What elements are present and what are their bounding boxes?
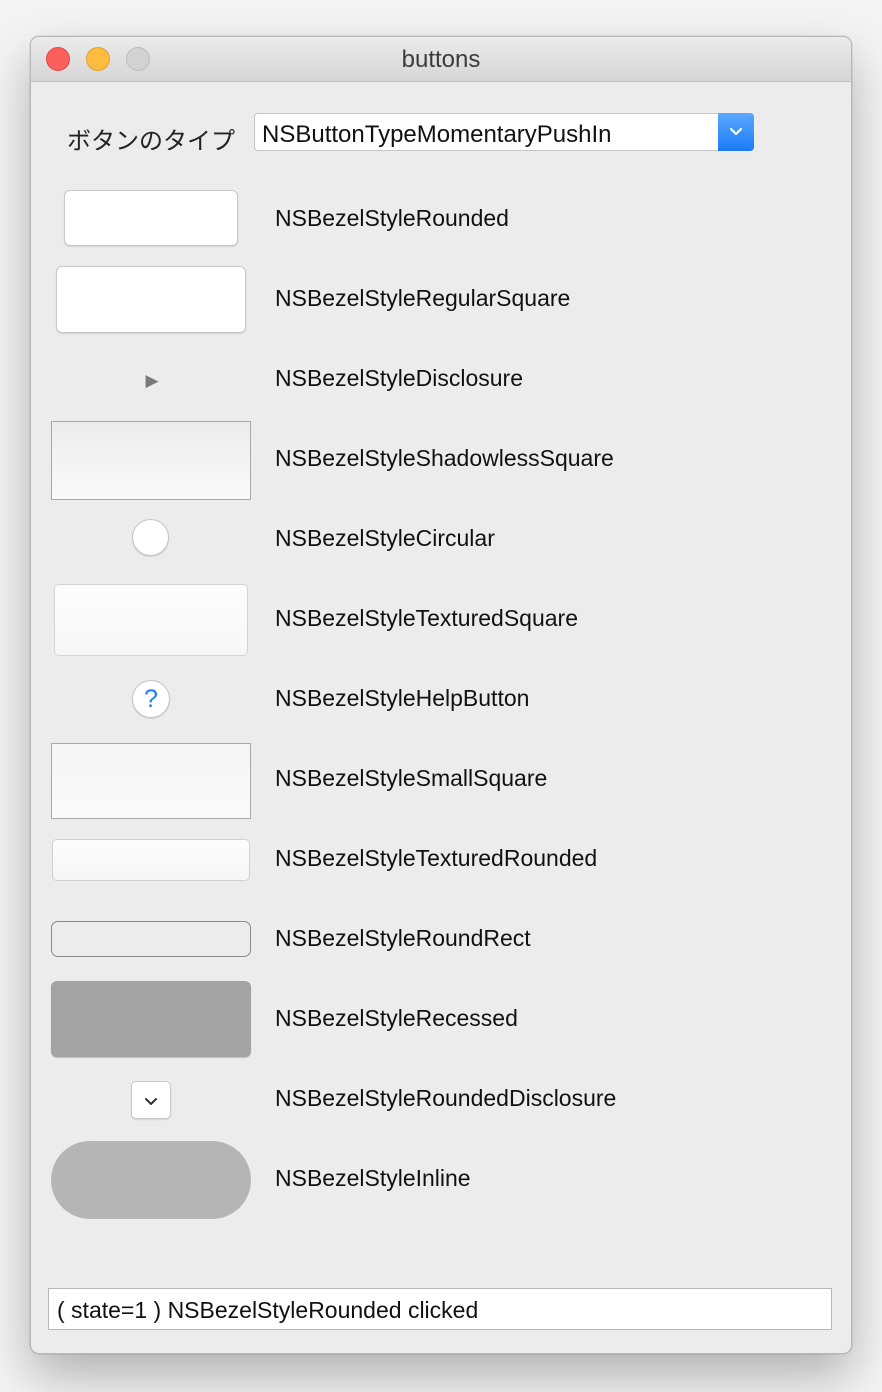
textured-rounded-bezel-label: NSBezelStyleTexturedRounded xyxy=(275,845,598,871)
regular-square-bezel-label: NSBezelStyleRegularSquare xyxy=(275,285,571,311)
small-square-bezel-button[interactable] xyxy=(51,743,251,819)
textured-square-bezel-button[interactable] xyxy=(54,584,248,656)
title-bar: buttons xyxy=(31,37,851,82)
status-field[interactable]: ( state=1 ) NSBezelStyleRounded clicked xyxy=(48,1288,832,1330)
disclosure-bezel-label: NSBezelStyleDisclosure xyxy=(275,365,523,391)
disclosure-triangle-icon[interactable]: ▶ xyxy=(141,370,163,392)
chevron-down-icon[interactable] xyxy=(718,113,754,151)
buttons-window: buttons ボタンのタイプ NSButtonTypeMomentaryPus… xyxy=(30,36,852,1354)
textured-square-bezel-label: NSBezelStyleTexturedSquare xyxy=(275,605,578,631)
button-type-label: ボタンのタイプ xyxy=(67,128,235,155)
round-rect-bezel-button[interactable] xyxy=(51,921,251,957)
chevron-down-icon xyxy=(145,1097,157,1105)
shadowless-square-bezel-button[interactable] xyxy=(51,421,251,500)
rounded-bezel-label: NSBezelStyleRounded xyxy=(275,205,509,231)
help-bezel-label: NSBezelStyleHelpButton xyxy=(275,685,530,711)
button-type-select[interactable]: NSButtonTypeMomentaryPushIn xyxy=(254,113,754,151)
textured-rounded-bezel-button[interactable] xyxy=(52,839,250,881)
rounded-disclosure-button[interactable] xyxy=(131,1081,171,1119)
small-square-bezel-label: NSBezelStyleSmallSquare xyxy=(275,765,548,791)
circular-bezel-label: NSBezelStyleCircular xyxy=(275,525,495,551)
rounded-disclosure-bezel-label: NSBezelStyleRoundedDisclosure xyxy=(275,1085,617,1111)
regular-square-bezel-button[interactable] xyxy=(56,266,246,333)
status-text: ( state=1 ) NSBezelStyleRounded clicked xyxy=(57,1297,479,1323)
inline-bezel-button[interactable] xyxy=(51,1141,251,1219)
rounded-bezel-button[interactable] xyxy=(64,190,238,246)
recessed-bezel-button[interactable] xyxy=(51,981,251,1057)
window-title: buttons xyxy=(401,46,481,73)
button-type-selected-value: NSButtonTypeMomentaryPushIn xyxy=(262,121,612,148)
inline-bezel-label: NSBezelStyleInline xyxy=(275,1165,471,1191)
round-rect-bezel-label: NSBezelStyleRoundRect xyxy=(275,925,531,951)
circular-bezel-button[interactable] xyxy=(132,519,169,556)
recessed-bezel-label: NSBezelStyleRecessed xyxy=(275,1005,518,1031)
help-button[interactable]: ? xyxy=(132,680,170,718)
shadowless-square-bezel-label: NSBezelStyleShadowlessSquare xyxy=(275,445,614,471)
